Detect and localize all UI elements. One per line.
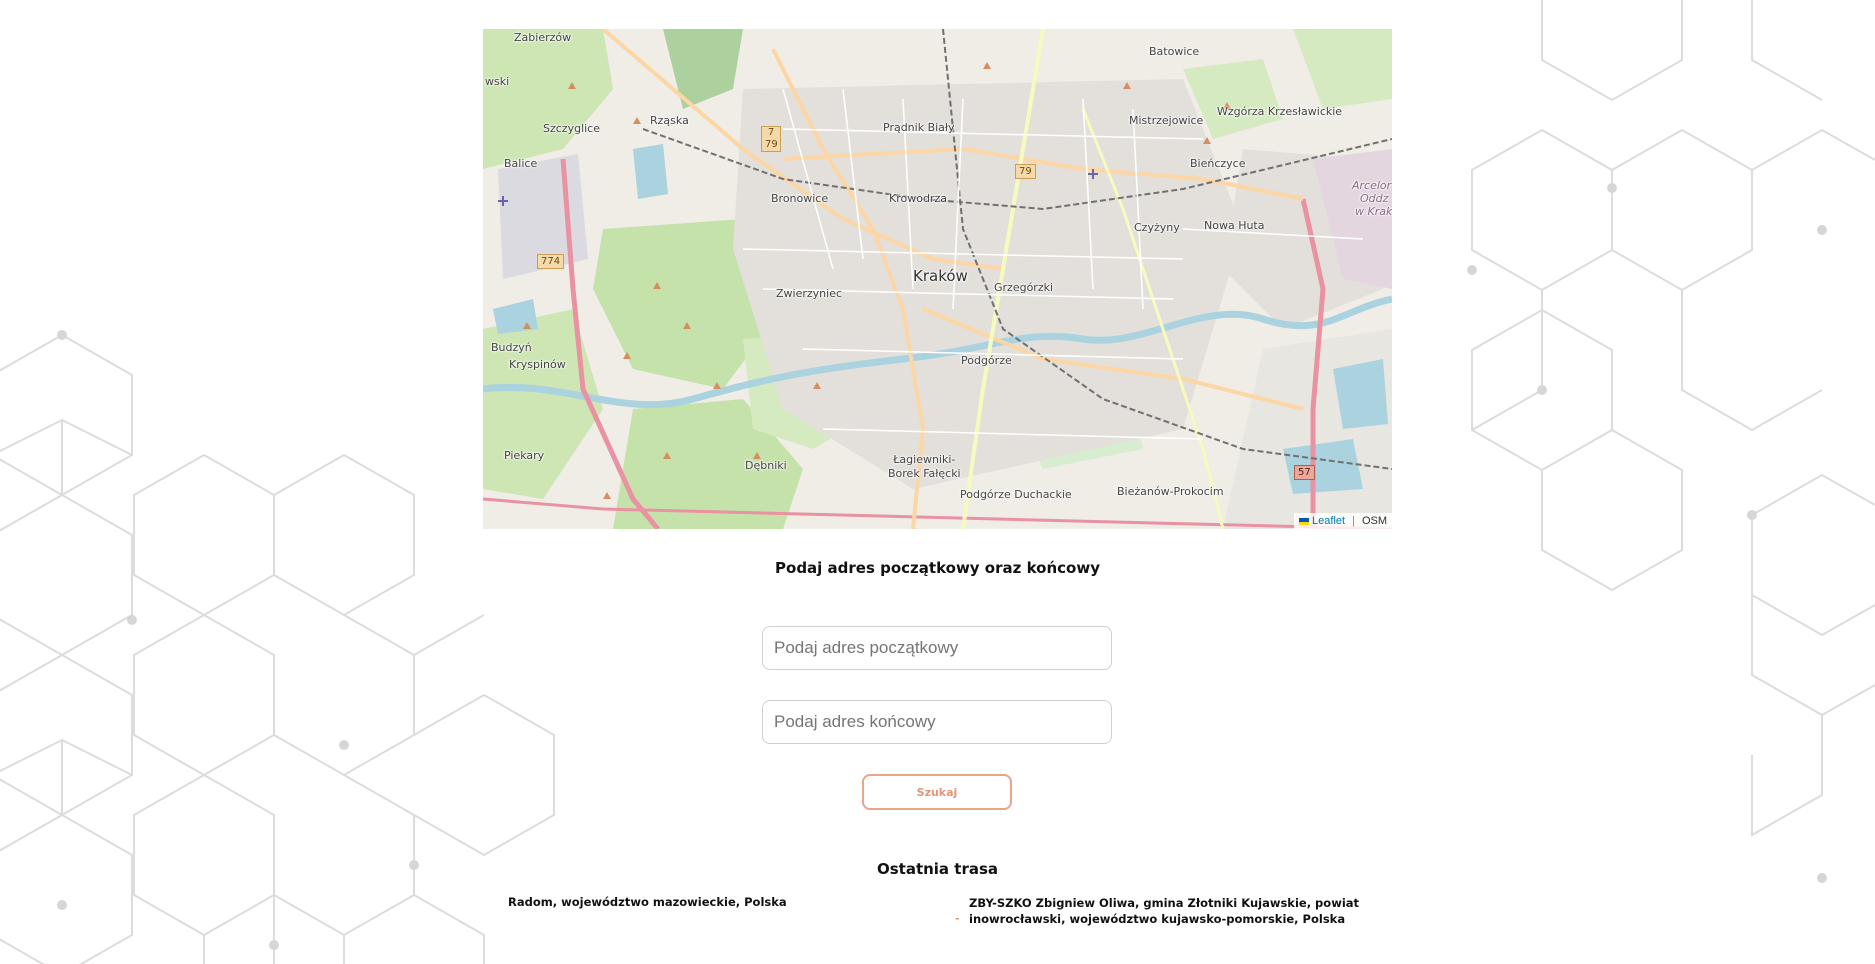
ukraine-flag-icon [1299, 518, 1310, 525]
last-route-from: Radom, województwo mazowieckie, Polska [508, 895, 787, 909]
map-label-balice: Balice [504, 157, 538, 170]
map-label-lagiewniki-line2: Borek Fałęcki [888, 467, 961, 480]
last-route-separator: - [955, 912, 960, 925]
map-label-mistrzejowice: Mistrzejowice [1129, 114, 1204, 127]
address-prompt: Podaj adres początkowy oraz końcowy [775, 559, 1100, 577]
map-label-pradnik-bialy: Prądnik Biały [883, 121, 955, 134]
start-address-input[interactable] [762, 626, 1112, 670]
attribution-separator: | [1352, 515, 1355, 527]
map-label-wzgorza: Wzgórza Krzesławickie [1217, 105, 1343, 118]
map-label-piekary: Piekary [504, 449, 545, 462]
map-view[interactable]: Zabierzów wski Batowice Szczyglice Rząsk… [483, 29, 1392, 529]
map-label-bierzanow: Bieżanów-Prokocim [1117, 485, 1224, 498]
map-label-krakow: Kraków [913, 267, 968, 285]
road-shield-79: 79 [765, 139, 778, 150]
road-shield-7-79: 7 79 [761, 126, 781, 152]
road-shield-7: 7 [767, 127, 775, 138]
last-route-to: ZBY-SZKO Zbigniew Oliwa, gmina Złotniki … [969, 896, 1360, 926]
map-label-krowodrza: Krowodrza [889, 192, 947, 205]
map-label-batowice: Batowice [1149, 45, 1200, 58]
map-label-arcelor-line2: Oddz [1360, 192, 1389, 205]
map-label-lagiewniki: Łagiewniki- Borek Fałęcki [888, 453, 961, 481]
leaflet-link[interactable]: Leaflet [1312, 515, 1345, 527]
map-label-zabierzow: Zabierzów [514, 31, 572, 44]
map-label-zwierzyniec: Zwierzyniec [776, 287, 843, 300]
map-label-nowa-huta: Nowa Huta [1204, 219, 1265, 232]
map-label-grzegorzki: Grzegórzki [994, 281, 1054, 294]
road-shield-79: 79 [1015, 164, 1036, 179]
map-label-podgorze-duchackie: Podgórze Duchackie [960, 488, 1072, 501]
map-label-rzaska: Rząska [650, 114, 689, 127]
map-label-podgorze: Podgórze [961, 354, 1012, 367]
map-label-arcelor: Arcelor Oddz w Krak [1352, 179, 1392, 218]
end-address-input[interactable] [762, 700, 1112, 744]
map-label-czyzyny: Czyżyny [1134, 221, 1180, 234]
map-label-bronowice: Bronowice [771, 192, 829, 205]
osm-attribution: OSM [1361, 515, 1387, 527]
search-button[interactable]: Szukaj [862, 774, 1012, 810]
map-label-szczyglice: Szczyglice [543, 122, 600, 135]
map-label-budzyn: Budzyń [491, 341, 532, 354]
road-shield-774: 774 [537, 254, 565, 269]
map-label-arcelor-line1: Arcelor [1352, 179, 1392, 192]
map-label-lagiewniki-line1: Łagiewniki- [893, 453, 956, 466]
map-label-arcelor-line3: w Krak [1355, 205, 1392, 218]
road-shield-57: 57 [1294, 465, 1315, 480]
map-label-kryspinow: Kryspinów [509, 358, 566, 371]
map-label-bienczyce: Bieńczyce [1190, 157, 1246, 170]
map-attribution: Leaflet | OSM [1294, 513, 1392, 529]
last-route-title: Ostatnia trasa [876, 860, 999, 878]
map-label-debniki: Dębniki [745, 459, 787, 472]
map-label-wski: wski [485, 75, 510, 88]
